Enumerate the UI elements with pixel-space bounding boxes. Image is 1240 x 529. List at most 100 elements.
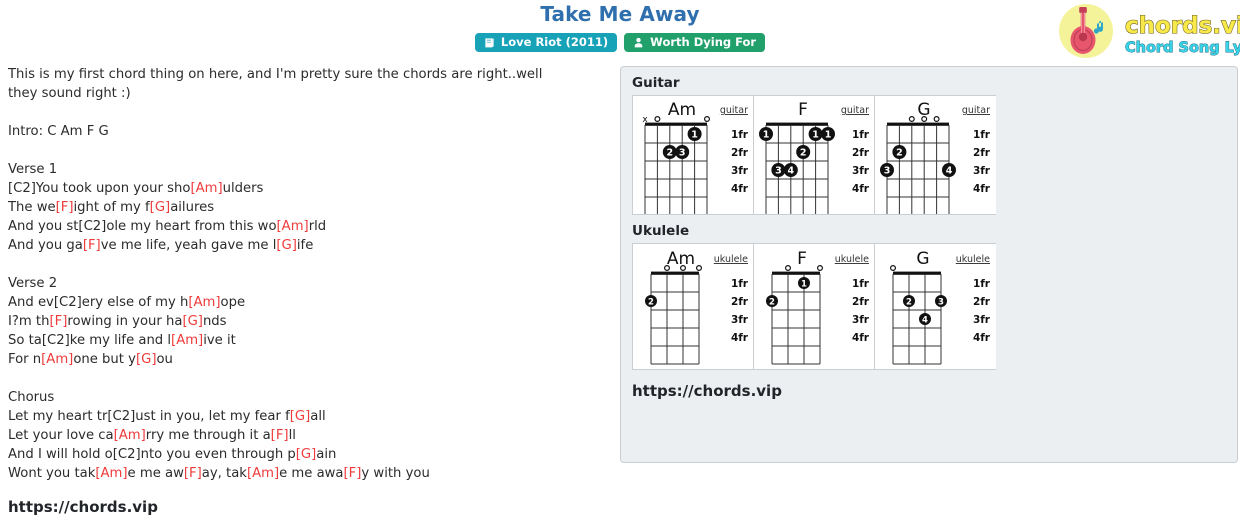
svg-text:2fr: 2fr bbox=[852, 147, 870, 159]
svg-text:1fr: 1fr bbox=[973, 129, 991, 141]
chord-diagram-ukulele-f[interactable]: Fukulele 1fr 2fr 3fr 4fr 1 2 bbox=[754, 244, 875, 369]
svg-text:3fr: 3fr bbox=[731, 314, 749, 326]
section-title-guitar: Guitar bbox=[632, 75, 680, 91]
svg-text:4: 4 bbox=[787, 166, 794, 177]
svg-text:3fr: 3fr bbox=[852, 314, 870, 326]
logo-brand-text: chords.vip bbox=[1125, 13, 1240, 39]
svg-text:3fr: 3fr bbox=[731, 165, 749, 177]
chord-diagram-panel: Guitar Am guitar x 1fr 2fr 3fr 4fr 1 2 3 Fguitar 1f… bbox=[620, 66, 1238, 463]
section-title-ukulele: Ukulele bbox=[632, 223, 690, 239]
ukulele-diagram-row: Am ukulele 1fr 2fr 3fr 4fr 2 Fukulele 1fr 2fr 3fr 4… bbox=[632, 243, 996, 370]
svg-text:2fr: 2fr bbox=[731, 296, 749, 308]
site-url-lyrics[interactable]: https://chords.vip bbox=[8, 498, 158, 516]
artist-badge[interactable]: Worth Dying For bbox=[624, 33, 766, 52]
chord-token: [Am] bbox=[113, 428, 146, 443]
chord-token: [F] bbox=[270, 428, 289, 443]
svg-text:2: 2 bbox=[648, 298, 654, 308]
chord-token: [Am] bbox=[95, 466, 128, 481]
svg-text:ukulele: ukulele bbox=[956, 254, 990, 265]
chord-token: [G] bbox=[182, 314, 203, 329]
artist-icon bbox=[633, 37, 644, 48]
chord-token: [F] bbox=[49, 314, 68, 329]
svg-text:1fr: 1fr bbox=[973, 278, 991, 290]
svg-text:4fr: 4fr bbox=[731, 332, 749, 344]
svg-text:1fr: 1fr bbox=[852, 129, 870, 141]
svg-text:3fr: 3fr bbox=[973, 165, 991, 177]
lyrics-column: This is my first chord thing on here, an… bbox=[8, 65, 608, 483]
svg-text:3: 3 bbox=[884, 166, 891, 177]
site-url-panel[interactable]: https://chords.vip bbox=[621, 370, 1237, 400]
svg-text:G: G bbox=[916, 249, 929, 269]
guitar-diagram-row: Am guitar x 1fr 2fr 3fr 4fr 1 2 3 Fguitar 1fr 2fr 3fr… bbox=[632, 95, 996, 215]
svg-text:1: 1 bbox=[691, 130, 698, 141]
album-badge-label: Love Riot (2011) bbox=[500, 34, 609, 49]
chord-token: [G] bbox=[135, 352, 157, 367]
chord-token: [G] bbox=[149, 200, 171, 215]
svg-text:2fr: 2fr bbox=[973, 296, 991, 308]
chord-token: [Am] bbox=[276, 219, 309, 234]
svg-text:1fr: 1fr bbox=[731, 278, 749, 290]
svg-text:2: 2 bbox=[666, 148, 673, 159]
svg-text:1: 1 bbox=[812, 130, 819, 141]
svg-text:Am: Am bbox=[668, 100, 696, 120]
svg-text:guitar: guitar bbox=[720, 105, 748, 116]
svg-text:ukulele: ukulele bbox=[835, 254, 869, 265]
svg-text:4fr: 4fr bbox=[852, 332, 870, 344]
album-icon bbox=[484, 37, 495, 48]
svg-text:2: 2 bbox=[769, 298, 775, 308]
svg-text:2fr: 2fr bbox=[852, 296, 870, 308]
svg-text:4fr: 4fr bbox=[973, 183, 991, 195]
svg-text:4fr: 4fr bbox=[973, 332, 991, 344]
chord-token: [F] bbox=[82, 238, 101, 253]
svg-text:2: 2 bbox=[896, 148, 903, 159]
svg-text:1fr: 1fr bbox=[852, 278, 870, 290]
chord-diagram-guitar-g[interactable]: Gguitar 1fr 2fr 3fr 4fr 2 3 4 bbox=[875, 96, 996, 214]
badge-group: Love Riot (2011) Worth Dying For bbox=[0, 33, 1240, 52]
svg-text:F: F bbox=[798, 100, 808, 120]
svg-text:3: 3 bbox=[679, 148, 686, 159]
chord-token: [Am] bbox=[190, 181, 223, 196]
svg-text:2: 2 bbox=[800, 148, 807, 159]
svg-text:4fr: 4fr bbox=[852, 183, 870, 195]
chord-token: [F] bbox=[55, 200, 74, 215]
svg-text:F: F bbox=[797, 249, 807, 269]
svg-text:4: 4 bbox=[946, 166, 953, 177]
svg-text:3: 3 bbox=[938, 298, 944, 308]
chord-token: [G] bbox=[276, 238, 297, 253]
chord-token: [Am] bbox=[246, 466, 280, 481]
artist-badge-label: Worth Dying For bbox=[650, 34, 757, 49]
svg-text:ukulele: ukulele bbox=[714, 254, 748, 265]
chord-token: [Am] bbox=[171, 333, 204, 348]
chord-diagram-guitar-f[interactable]: Fguitar 1fr 2fr 3fr 4fr 1 1 1 2 3 4 bbox=[754, 96, 875, 214]
svg-text:3fr: 3fr bbox=[852, 165, 870, 177]
svg-text:1: 1 bbox=[763, 130, 770, 141]
logo-tagline-text: Chord Song Lyric bbox=[1125, 40, 1240, 56]
lyrics-body: This is my first chord thing on here, an… bbox=[8, 67, 543, 481]
chord-token: [G] bbox=[289, 409, 311, 424]
chord-token: [Am] bbox=[188, 295, 221, 310]
chord-token: [F] bbox=[343, 466, 362, 481]
svg-text:3: 3 bbox=[775, 166, 782, 177]
chord-token: [Am] bbox=[41, 352, 74, 367]
svg-text:2fr: 2fr bbox=[973, 147, 991, 159]
svg-text:3fr: 3fr bbox=[973, 314, 991, 326]
svg-text:1fr: 1fr bbox=[731, 129, 749, 141]
chord-diagram-ukulele-g[interactable]: Gukulele 1fr 2fr 3fr 4fr 2 3 4 bbox=[875, 244, 996, 369]
album-badge[interactable]: Love Riot (2011) bbox=[474, 33, 618, 52]
page-header: Take Me Away Love Riot (2011) Worth Dyin… bbox=[0, 0, 1240, 62]
svg-text:4fr: 4fr bbox=[731, 183, 749, 195]
chord-diagram-ukulele-am[interactable]: Am ukulele 1fr 2fr 3fr 4fr 2 bbox=[633, 244, 754, 369]
main-content: This is my first chord thing on here, an… bbox=[0, 62, 1240, 529]
svg-text:guitar: guitar bbox=[841, 105, 869, 116]
page-title: Take Me Away bbox=[540, 2, 700, 26]
chord-diagram-guitar-am[interactable]: Am guitar x 1fr 2fr 3fr 4fr 1 2 3 bbox=[633, 96, 754, 214]
chord-token: [F] bbox=[183, 466, 202, 481]
svg-text:4: 4 bbox=[922, 316, 928, 326]
svg-text:2fr: 2fr bbox=[731, 147, 749, 159]
site-logo[interactable]: chords.vip Chord Song Lyric bbox=[1055, 0, 1240, 62]
svg-text:1: 1 bbox=[801, 280, 807, 290]
svg-text:2: 2 bbox=[906, 298, 912, 308]
chord-token: [G] bbox=[295, 447, 317, 462]
svg-text:guitar: guitar bbox=[962, 105, 990, 116]
svg-text:1: 1 bbox=[825, 130, 832, 141]
